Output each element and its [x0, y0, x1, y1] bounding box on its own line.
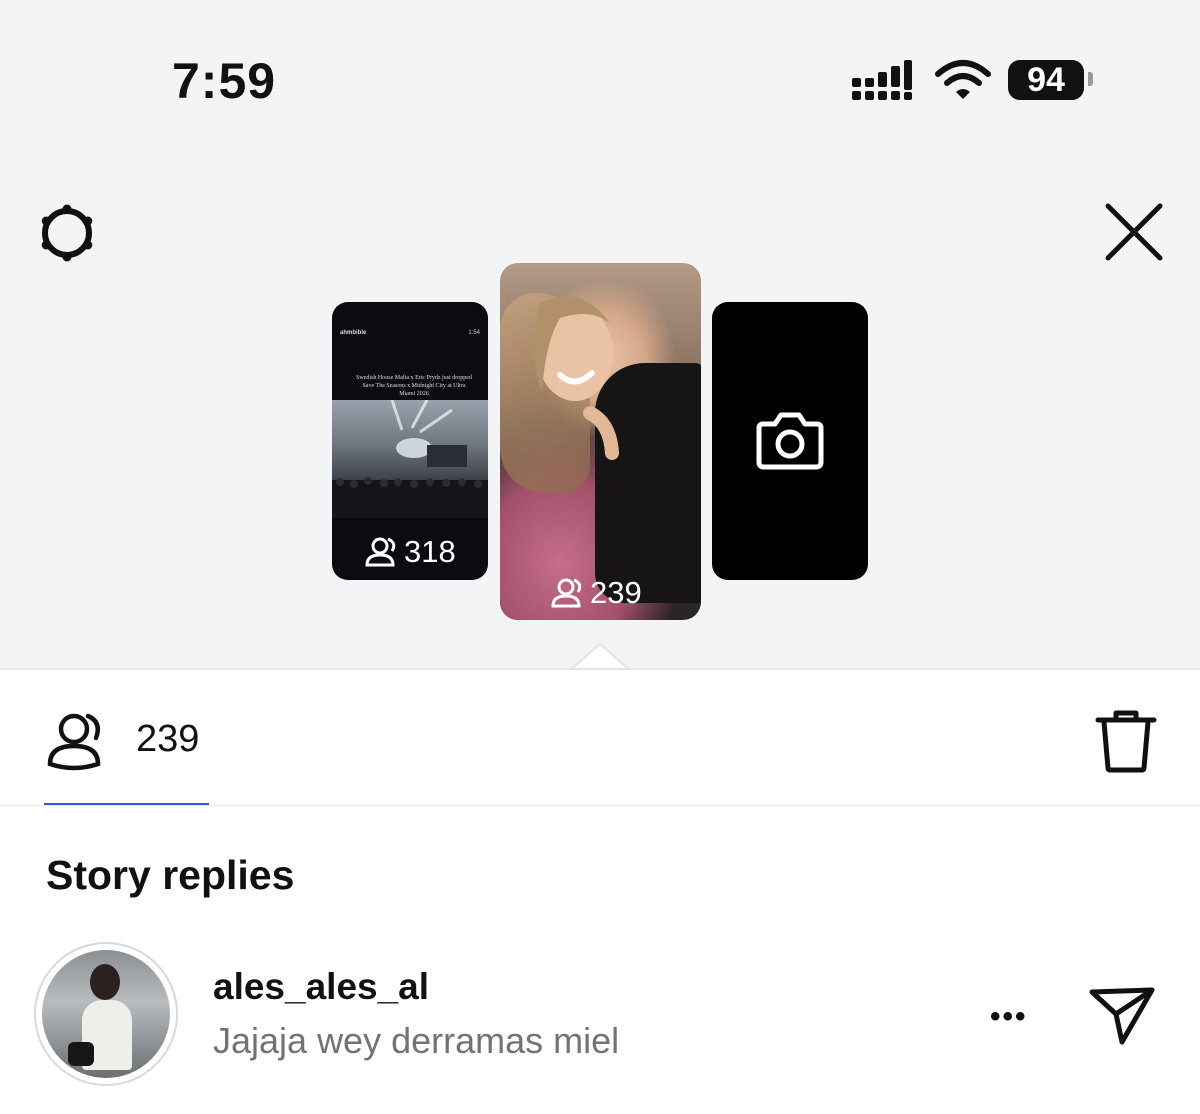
viewers-icon [365, 537, 396, 567]
story-views-count: 239 [590, 575, 642, 610]
gear-icon[interactable] [34, 200, 100, 266]
story-views: 239 [550, 575, 642, 611]
concert-photo [332, 400, 488, 518]
close-icon[interactable] [1102, 200, 1166, 264]
section-title: Story replies [46, 852, 295, 898]
reply-avatar[interactable] [34, 942, 178, 1086]
wifi-icon [935, 60, 991, 99]
sheet-top-border [0, 668, 1200, 670]
story-thumbnail-1[interactable]: ahmbible 1:54 Swedish House Mafia x Eric… [332, 302, 488, 580]
selfie-photo [500, 263, 701, 620]
signal-icon [852, 60, 912, 100]
status-time: 7:59 [172, 53, 277, 109]
more-options-icon[interactable]: ••• [990, 1000, 1028, 1034]
story-thumb-time: 1:54 [468, 330, 480, 336]
story-thumb-header: ahmbible [340, 330, 367, 336]
viewers-icon[interactable] [44, 708, 114, 772]
status-icons: 94 [850, 58, 1110, 108]
battery-level: 94 [1008, 60, 1084, 100]
camera-icon [756, 412, 824, 470]
avatar [42, 950, 170, 1078]
viewers-count[interactable]: 239 [136, 718, 199, 761]
story-thumbnail-2-selected[interactable]: 239 [500, 263, 701, 620]
reply-message: Jajaja wey derramas miel [213, 1020, 620, 1061]
story-views-count: 318 [404, 534, 456, 569]
story-thumb-caption: Swedish House Mafia x Eric Prydz just dr… [356, 375, 472, 397]
reply-username[interactable]: ales_ales_al [213, 966, 429, 1008]
trash-icon[interactable] [1094, 708, 1158, 774]
battery-tip [1088, 72, 1093, 86]
add-story-thumbnail[interactable] [712, 302, 868, 580]
send-icon[interactable] [1088, 984, 1158, 1046]
story-views: 318 [364, 534, 456, 570]
viewers-icon [551, 578, 582, 608]
section-divider [0, 805, 1200, 806]
